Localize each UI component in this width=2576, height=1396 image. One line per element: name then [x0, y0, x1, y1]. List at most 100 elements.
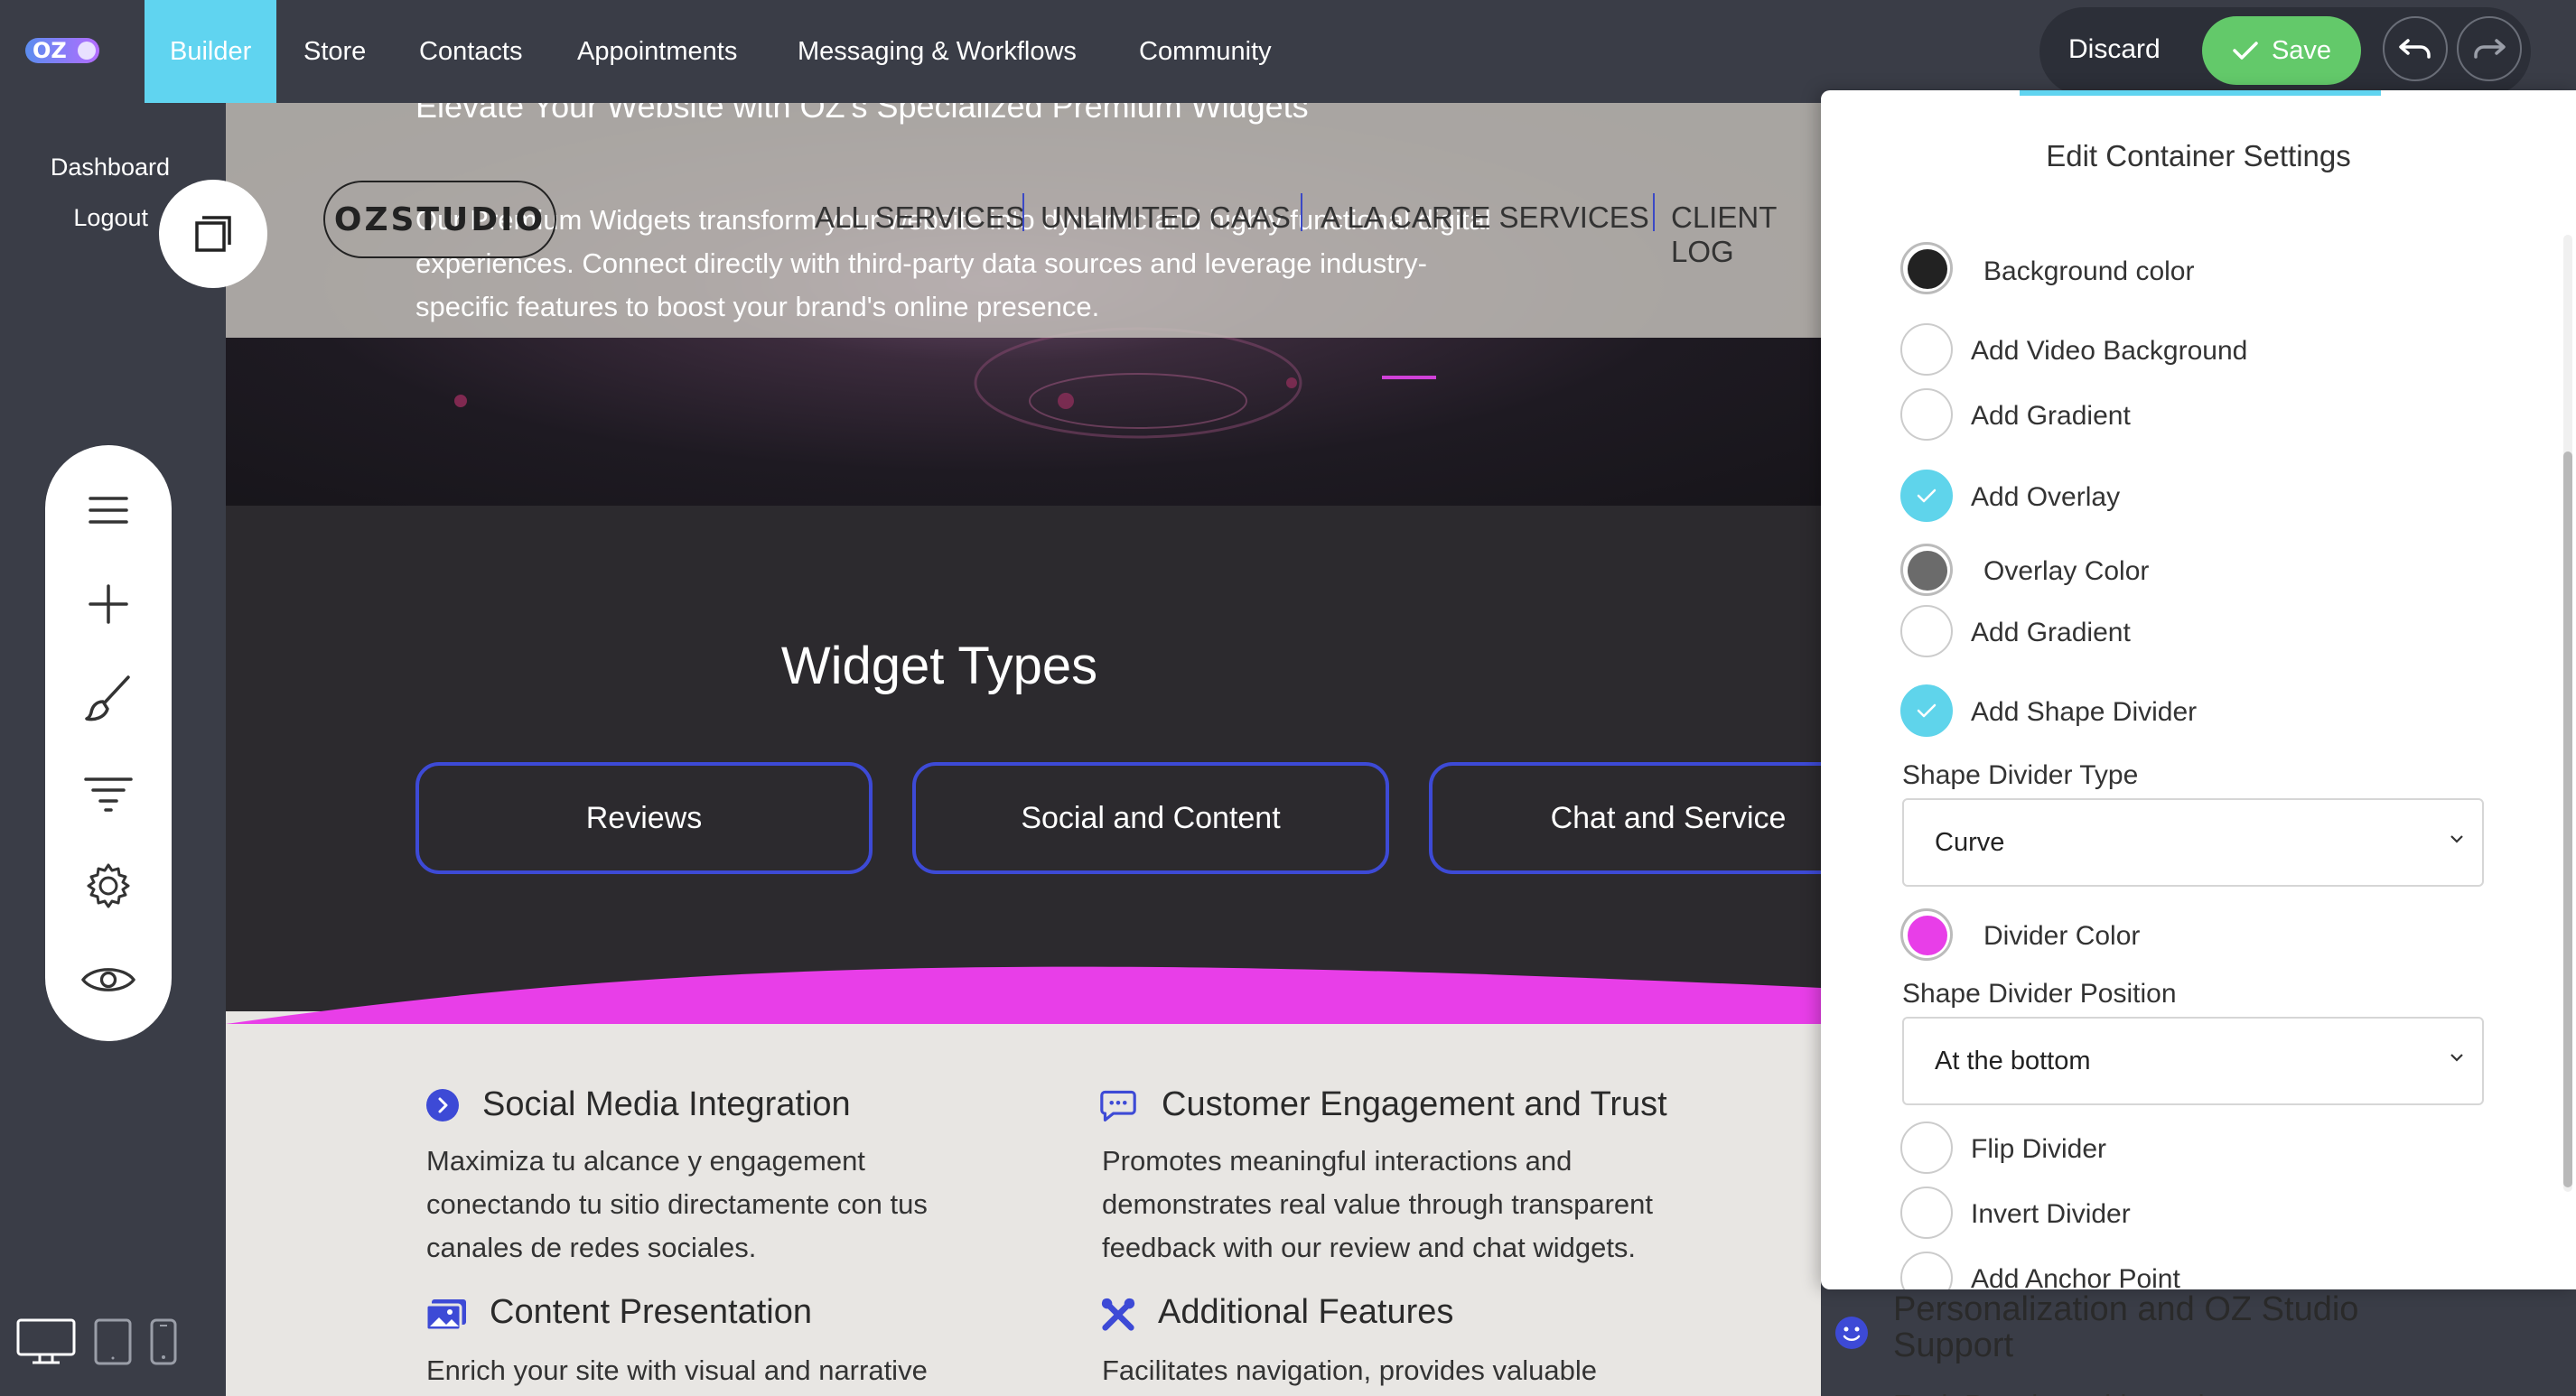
save-label: Save	[2271, 35, 2332, 65]
tab-store[interactable]: Store	[278, 0, 391, 103]
swatch-fill	[1908, 249, 1947, 289]
feature-text: feedback with our review and chat widget…	[1102, 1232, 1637, 1263]
chevron-circle-icon	[425, 1087, 461, 1123]
overlay-gradient-label: Add Gradient	[1971, 618, 2131, 647]
undo-icon	[2399, 39, 2431, 59]
smile-face-icon	[1834, 1315, 1870, 1351]
tab-appointments[interactable]: Appointments	[552, 0, 762, 103]
button-label: Social and Content	[1021, 800, 1281, 835]
feature-text: Promotes meaningful interactions and	[1102, 1145, 1573, 1177]
layers-button[interactable]	[159, 180, 267, 288]
flip-divider-checkbox[interactable]	[1900, 1121, 1953, 1174]
menu-icon[interactable]	[81, 483, 135, 537]
video-background-checkbox[interactable]	[1900, 323, 1953, 376]
widget-type-social-content-button[interactable]: Social and Content	[912, 762, 1389, 874]
layers-icon	[195, 216, 231, 252]
tools-icon	[1100, 1297, 1136, 1333]
chevron-down-icon	[2450, 1054, 2463, 1062]
site-nav-all-services[interactable]: ALL SERVICES	[815, 200, 1025, 235]
feature-title: Social Media Integration	[482, 1085, 851, 1123]
shape-divider-type-select[interactable]: Curve	[1902, 798, 2484, 887]
button-label: Chat and Service	[1550, 800, 1787, 835]
filter-icon[interactable]	[81, 767, 135, 821]
feature-text: Enrich your site with visual and narrati…	[426, 1354, 928, 1386]
curve-shape-divider	[226, 966, 1821, 1024]
divider-color-label: Divider Color	[1983, 921, 2141, 951]
app-logo[interactable]: OZ	[25, 38, 99, 63]
undo-button[interactable]	[2383, 16, 2448, 81]
eye-icon[interactable]	[81, 953, 135, 1007]
overlay-color-label: Overlay Color	[1983, 556, 2150, 586]
background-color-swatch[interactable]	[1900, 242, 1953, 294]
feature-text: conectando tu sitio directamente con tus	[426, 1188, 928, 1220]
overlay-color-swatch[interactable]	[1900, 544, 1953, 596]
shape-divider-type-label: Shape Divider Type	[1902, 760, 2139, 790]
widget-type-chat-service-button[interactable]: Chat and Service	[1429, 762, 1821, 874]
site-logo[interactable]: OZSTUDIO	[323, 181, 556, 258]
save-button[interactable]: Save	[2202, 16, 2361, 85]
widget-type-reviews-button[interactable]: Reviews	[415, 762, 873, 874]
feature-text: Each Premium widget adapts to your	[1893, 1383, 2351, 1396]
gradient-checkbox[interactable]	[1900, 388, 1953, 441]
overlay-gradient-checkbox[interactable]	[1900, 605, 1953, 657]
desktop-icon[interactable]	[16, 1318, 76, 1365]
overlay-checkbox[interactable]	[1900, 470, 1953, 522]
divider-color-swatch[interactable]	[1900, 908, 1953, 961]
check-icon	[1917, 703, 1937, 718]
check-icon	[1917, 489, 1937, 503]
gear-icon[interactable]	[81, 859, 135, 913]
anchor-point-label: Add Anchor Point	[1971, 1264, 2180, 1289]
flip-divider-label: Flip Divider	[1971, 1134, 2107, 1164]
feature-title: Content Presentation	[490, 1293, 813, 1331]
video-background-label: Add Video Background	[1971, 336, 2248, 366]
invert-divider-label: Invert Divider	[1971, 1199, 2131, 1229]
tab-label: Contacts	[419, 36, 523, 66]
hero-section[interactable]: Elevate Your Website with OZ's Specializ…	[226, 103, 1821, 506]
sidebar-link-dashboard[interactable]: Dashboard	[51, 154, 170, 181]
feature-title: Customer Engagement and Trust	[1162, 1085, 1667, 1123]
redo-icon	[2474, 39, 2506, 59]
site-nav-client-login[interactable]: CLIENT LOG	[1671, 200, 1821, 269]
plus-icon[interactable]	[81, 577, 135, 631]
feature-text: Facilitates navigation, provides valuabl…	[1102, 1354, 1597, 1386]
gradient-label: Add Gradient	[1971, 401, 2131, 431]
panel-accent-bar	[2020, 90, 2381, 96]
tab-builder[interactable]: Builder	[145, 0, 277, 103]
widget-types-title: Widget Types	[780, 637, 1098, 695]
tab-label: Builder	[170, 36, 252, 66]
panel-title: Edit Container Settings	[2046, 139, 2351, 172]
site-nav-separator	[1022, 193, 1024, 231]
anchor-point-checkbox[interactable]	[1900, 1252, 1953, 1289]
feature-title: Personalization and OZ Studio	[1893, 1290, 2359, 1328]
tablet-icon[interactable]	[94, 1318, 132, 1365]
feature-title: Support	[1893, 1326, 2014, 1364]
select-value: At the bottom	[1935, 1046, 2091, 1075]
tab-messaging-workflows[interactable]: Messaging & Workflows	[772, 0, 1102, 103]
sidebar-link-logout[interactable]: Logout	[73, 204, 148, 232]
feature-personalization: Personalization and OZ Studio Support Ea…	[1834, 1291, 2574, 1396]
app-logo-text: OZ	[33, 38, 67, 63]
edit-container-panel: Edit Container Settings Background color…	[1821, 90, 2576, 1289]
tab-contacts[interactable]: Contacts	[394, 0, 547, 103]
chevron-down-icon	[2450, 835, 2463, 843]
feature-text: demonstrates real value through transpar…	[1102, 1188, 1654, 1220]
discard-button[interactable]: Discard	[2068, 34, 2161, 65]
site-navigation: OZSTUDIO ALL SERVICES UNLIMITED CAAS A L…	[226, 181, 1821, 268]
site-nav-unlimited-caas[interactable]: UNLIMITED CAAS	[1041, 200, 1291, 235]
brush-icon[interactable]	[81, 671, 135, 725]
shape-divider-position-select[interactable]: At the bottom	[1902, 1017, 2484, 1105]
site-nav-a-la-carte[interactable]: A LA CARTE SERVICES	[1321, 200, 1649, 235]
site-nav-separator	[1653, 193, 1655, 231]
redo-button[interactable]	[2457, 16, 2522, 81]
widget-types-section[interactable]	[226, 506, 1821, 1011]
shape-divider-checkbox[interactable]	[1900, 684, 1953, 737]
tab-label: Store	[303, 36, 367, 66]
mobile-icon[interactable]	[150, 1318, 177, 1365]
check-icon	[2233, 42, 2258, 60]
editor-toolbar	[45, 445, 172, 1041]
tab-label: Appointments	[577, 36, 738, 66]
panel-scrollbar-thumb[interactable]	[2563, 451, 2572, 1187]
invert-divider-checkbox[interactable]	[1900, 1187, 1953, 1239]
tab-community[interactable]: Community	[1114, 0, 1297, 103]
page-canvas[interactable]: Elevate Your Website with OZ's Specializ…	[226, 103, 1821, 1396]
